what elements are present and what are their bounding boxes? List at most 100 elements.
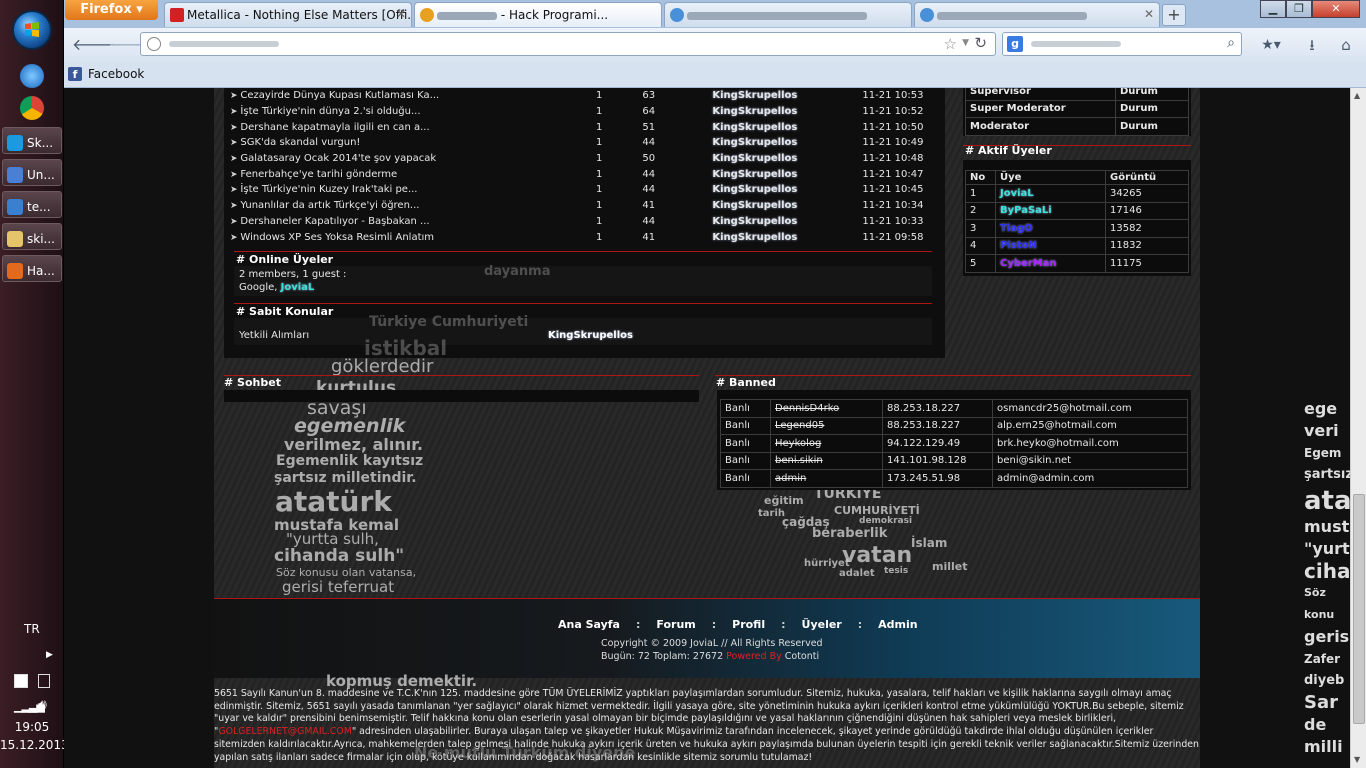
start-button[interactable] [12,10,52,50]
address-bar[interactable]: ☆ ▼ ↻ [140,32,996,56]
bookmark-star-icon[interactable]: ☆ [944,35,957,53]
taskbar-item-folder[interactable]: ski... [2,223,62,250]
topic-author-link[interactable]: KingSkrupellos [712,166,862,182]
topic-title-link[interactable]: Fenerbahçe'ye tarihi gönderme [240,169,397,180]
topic-author-link[interactable]: KingSkrupellos [712,119,862,135]
new-tab-button[interactable]: + [1162,4,1186,26]
scroll-up-icon[interactable]: ▲ [1354,91,1360,100]
topic-author-link[interactable]: KingSkrupellos [712,135,862,151]
tab-redacted-2[interactable]: ✕ [914,2,1160,27]
firefox-menu-button[interactable]: Firefox ▾ [65,0,158,20]
show-hidden-icons-icon[interactable]: ▶ [46,650,53,660]
active-user-link[interactable]: CyberMan [995,254,1106,273]
topic-author-link[interactable]: KingSkrupellos [712,104,862,120]
topic-author-link[interactable]: KingSkrupellos [712,88,862,104]
contact-email-link[interactable]: GOLGELERNET@GMAIL.COM [218,726,352,737]
banned-user-link[interactable]: beni.sikin [770,451,883,470]
topic-title-link[interactable]: Dershane kapatmayla ilgili en can a... [240,122,429,133]
staff-table: Supervisor Durum Super Moderator Durum Moder… [965,88,1189,136]
close-window-button[interactable]: ✕ [1312,0,1360,18]
topic-author-link[interactable]: KingSkrupellos [712,198,862,214]
active-user-link[interactable]: ByPaSaLi [995,201,1106,220]
clipboard-icon[interactable] [38,674,50,688]
taskbar-item-paint[interactable]: te... [2,191,62,218]
redacted-url [169,41,279,47]
topic-title-link[interactable]: Windows XP Ses Yoksa Resimli Anlatım [240,232,434,243]
banned-user-link[interactable]: DennisD4rko [770,399,883,418]
page-scrollbar[interactable]: ▲ ▼ [1350,88,1366,768]
volume-icon[interactable]: 🔊︎ [38,697,47,713]
topic-title-link[interactable]: Galatasaray Ocak 2014'te şov yapacak [240,153,436,164]
topic-title-link[interactable]: İşte Türkiye'nin Kuzey Irak'taki pe... [240,184,417,195]
online-user-link[interactable]: JoviaL [281,282,315,293]
footer-nav-link[interactable]: Forum [656,618,695,631]
youtube-icon [170,8,184,22]
topic-title-link[interactable]: Yunanlılar da artık Türkçe'yi öğren... [240,200,419,211]
chrome-icon[interactable] [20,96,44,120]
topic-title-link[interactable]: Cezayirde Dünya Kupası Kutlaması Ka... [240,90,439,101]
back-button[interactable]: 🡐 [72,36,115,54]
tab-youtube[interactable]: Metallica - Nothing Else Matters [Offi..… [164,2,412,27]
close-tab-icon[interactable]: ✕ [396,7,406,21]
active-user-link[interactable]: TiagO [995,219,1106,238]
url-history-dropdown-icon[interactable]: ▼ [962,38,969,48]
taskbar-item-skype[interactable]: Sk... [2,127,62,154]
online-users-box: 2 members, 1 guest : Google, JoviaL [234,266,932,296]
topic-title-link[interactable]: İşte Türkiye'nin dünya 2.'si olduğu... [240,106,420,117]
search-bar[interactable]: g ⌕ [1002,32,1242,56]
sticky-topic-author[interactable]: KingSkrupellos [548,330,633,341]
topic-row: ➤ Dershane kapatmayla ilgili en can a...… [230,119,942,135]
topic-title-link[interactable]: Dershaneler Kapatılıyor - Başbakan ... [240,216,429,227]
topic-author-link[interactable]: KingSkrupellos [712,182,862,198]
topic-views: 50 [642,153,656,165]
banned-ip: 88.253.18.227 [882,416,993,435]
tab-hack-programi[interactable]: - Hack Programi... [414,2,662,27]
search-icon[interactable]: ⌕ [1227,35,1235,51]
active-user-link[interactable]: JoviaL [995,184,1106,203]
google-search-engine-icon[interactable]: g [1007,36,1023,52]
taskbar-item-firefox[interactable]: Ha... [2,255,62,282]
banned-user-link[interactable]: Legend05 [770,416,883,435]
active-user-views: 34265 [1105,184,1189,203]
active-user-row: 1 JoviaL 34265 [965,184,1189,203]
action-center-icon[interactable] [14,674,28,688]
online-list-prefix: Google, [239,282,278,293]
section-divider [234,251,932,252]
banned-user-link[interactable]: Heykolog [770,434,883,453]
bookmark-facebook[interactable]: f Facebook [68,67,144,81]
downloads-icon[interactable]: ⭳ [1302,36,1322,54]
clock-date[interactable]: 15.12.2013 [0,738,69,752]
footer-nav-link[interactable]: Ana Sayfa [558,618,620,631]
clock-time[interactable]: 19:05 [0,720,64,734]
footer-nav-link[interactable]: Profil [732,618,765,631]
language-indicator[interactable]: TR [24,622,40,636]
footer-nav-link[interactable]: Üyeler [802,618,842,631]
chat-box[interactable] [224,390,699,402]
forward-button[interactable]: 🡒 [108,36,151,54]
bookmarks-menu-icon[interactable]: ★▾ [1256,36,1286,54]
internet-explorer-icon[interactable] [20,64,44,88]
banned-user-link[interactable]: admin [770,469,883,488]
reload-icon[interactable]: ↻ [974,34,987,52]
facebook-icon: f [68,67,82,81]
topic-title-link[interactable]: SGK'da skandal vurgun! [240,137,360,148]
footer-nav-link[interactable]: Admin [878,618,917,631]
taskbar-item-network[interactable]: Un... [2,159,62,186]
topic-author-link[interactable]: KingSkrupellos [712,229,862,245]
topic-replies: 1 [596,153,603,165]
sticky-topic-link[interactable]: Yetkili Alımları [239,330,309,341]
firefox-icon [7,263,23,279]
site-identity-icon[interactable] [147,37,161,51]
minimize-button[interactable]: ▁ [1260,0,1286,18]
active-user-link[interactable]: PistoN [995,236,1106,255]
tab-redacted-1[interactable] [664,2,912,27]
topic-author-link[interactable]: KingSkrupellos [712,151,862,167]
close-tab-icon[interactable]: ✕ [1144,7,1154,21]
topic-author-link[interactable]: KingSkrupellos [712,214,862,230]
maximize-button[interactable]: ❐ [1286,0,1312,18]
scroll-down-icon[interactable]: ▼ [1354,755,1360,764]
windows-logo-icon [25,22,39,37]
home-icon[interactable]: ⌂ [1336,36,1356,54]
scrollbar-thumb[interactable] [1353,494,1365,724]
powered-by-link[interactable]: Cotonti [785,651,819,662]
